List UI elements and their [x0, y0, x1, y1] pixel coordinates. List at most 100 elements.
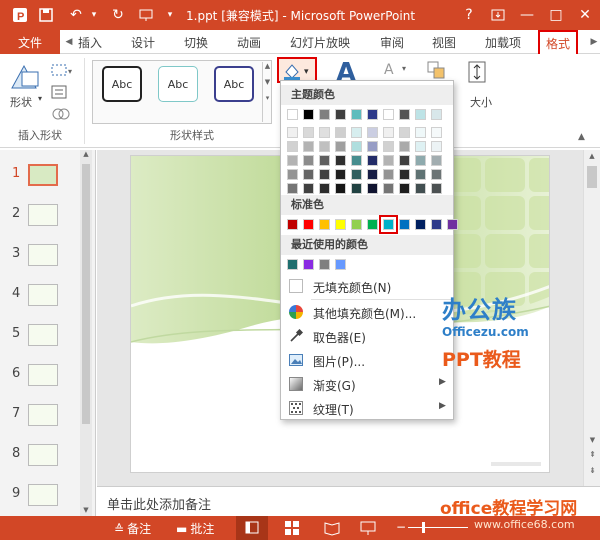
merge-shapes-icon[interactable] [50, 106, 76, 122]
texture-item[interactable]: 纹理(T) ▶ [281, 397, 453, 419]
theme-color-shade-swatch[interactable] [319, 169, 330, 180]
shape-style-1[interactable]: Abc [102, 66, 142, 102]
text-outline-dropdown-icon[interactable]: ▾ [402, 64, 406, 73]
notes-toggle-button[interactable]: ≙ 备注 [114, 520, 151, 537]
theme-color-shade-swatch[interactable] [367, 169, 378, 180]
gallery-scroll[interactable]: ▲ ▼ ▾ [262, 62, 272, 122]
slide-thumbnail[interactable] [28, 364, 58, 386]
theme-color-shade-swatch[interactable] [319, 141, 330, 152]
slide-vertical-scrollbar[interactable]: ▲ ▼ ⇞ ⇟ [583, 150, 600, 486]
minimize-button[interactable]: — [516, 4, 538, 26]
tab-addins[interactable]: 加载项 [485, 30, 521, 54]
standard-color-swatch[interactable] [399, 219, 410, 230]
recent-color-swatch[interactable] [303, 259, 314, 270]
slide-thumbnail[interactable] [28, 324, 58, 346]
theme-color-shade-swatch[interactable] [415, 183, 426, 194]
theme-color-shade-swatch[interactable] [351, 155, 362, 166]
theme-color-shade-swatch[interactable] [303, 141, 314, 152]
theme-color-shade-swatch[interactable] [287, 169, 298, 180]
theme-color-shade-swatch[interactable] [335, 169, 346, 180]
theme-color-swatch[interactable] [383, 109, 394, 120]
theme-color-shade-swatch[interactable] [431, 183, 442, 194]
slide-thumbnail[interactable] [28, 164, 58, 186]
more-fill-colors-item[interactable]: 其他填充颜色(M)... [281, 301, 453, 323]
theme-color-shade-swatch[interactable] [335, 155, 346, 166]
tab-scroll-right-icon[interactable]: ▶ [589, 30, 599, 54]
tab-design[interactable]: 设计 [131, 30, 155, 54]
theme-color-shade-swatch[interactable] [351, 127, 362, 138]
theme-color-shade-swatch[interactable] [319, 155, 330, 166]
close-button[interactable]: ✕ [574, 4, 596, 26]
gradient-item[interactable]: 渐变(G) ▶ [281, 373, 453, 395]
comments-button[interactable]: ▬ 批注 [176, 520, 214, 537]
theme-color-shade-swatch[interactable] [399, 183, 410, 194]
theme-color-shade-swatch[interactable] [383, 127, 394, 138]
normal-view-button[interactable] [236, 516, 268, 540]
slide-thumbnail[interactable] [28, 444, 58, 466]
slide-thumbnail[interactable] [28, 404, 58, 426]
tab-animations[interactable]: 动画 [237, 30, 261, 54]
theme-color-shade-swatch[interactable] [303, 155, 314, 166]
theme-color-swatch[interactable] [287, 109, 298, 120]
theme-color-shade-swatch[interactable] [319, 183, 330, 194]
edit-shape-icon[interactable]: ▾ [50, 62, 76, 78]
eyedropper-item[interactable]: 取色器(E) [281, 325, 453, 347]
theme-color-shade-swatch[interactable] [367, 141, 378, 152]
theme-color-shade-swatch[interactable] [431, 155, 442, 166]
no-fill-item[interactable]: 无填充颜色(N) [281, 275, 453, 297]
standard-color-swatch[interactable] [319, 219, 330, 230]
thumbnail-row[interactable]: 8 [0, 442, 84, 478]
theme-color-shade-swatch[interactable] [287, 155, 298, 166]
slideshow-view-icon[interactable] [360, 520, 376, 539]
slide-thumbnail[interactable] [28, 284, 58, 306]
arrange-icon[interactable] [426, 60, 448, 82]
tab-slideshow[interactable]: 幻灯片放映 [290, 30, 350, 54]
zoom-slider-thumb[interactable] [422, 522, 425, 533]
customize-toolbar-icon[interactable]: ▾ [160, 5, 180, 25]
slide-thumbnail[interactable] [28, 244, 58, 266]
theme-color-shade-swatch[interactable] [303, 169, 314, 180]
collapse-ribbon-icon[interactable]: ▲ [578, 132, 585, 142]
theme-color-swatch[interactable] [319, 109, 330, 120]
thumbnail-row[interactable]: 6 [0, 362, 84, 398]
shape-dropdown-icon[interactable]: ▾ [38, 94, 42, 103]
slide-thumbnail[interactable] [28, 484, 58, 506]
theme-color-swatch[interactable] [399, 109, 410, 120]
theme-color-shade-swatch[interactable] [303, 127, 314, 138]
ribbon-display-options-icon[interactable] [487, 4, 509, 26]
theme-color-shade-swatch[interactable] [399, 155, 410, 166]
standard-color-swatch[interactable] [335, 219, 346, 230]
tab-scroll-left-icon[interactable]: ◀ [64, 30, 74, 54]
recent-color-swatch[interactable] [335, 259, 346, 270]
theme-color-shade-swatch[interactable] [383, 169, 394, 180]
text-outline-icon[interactable]: A [384, 62, 394, 78]
slide-thumbnail[interactable] [28, 204, 58, 226]
theme-color-shade-swatch[interactable] [399, 141, 410, 152]
theme-color-shade-swatch[interactable] [335, 141, 346, 152]
theme-color-shade-swatch[interactable] [319, 127, 330, 138]
theme-color-shade-swatch[interactable] [383, 183, 394, 194]
theme-color-shade-swatch[interactable] [399, 127, 410, 138]
theme-color-shade-swatch[interactable] [287, 127, 298, 138]
size-icon[interactable] [466, 60, 490, 86]
save-icon[interactable] [36, 5, 56, 25]
standard-color-swatch[interactable] [415, 219, 426, 230]
theme-color-swatch[interactable] [335, 109, 346, 120]
theme-color-shade-swatch[interactable] [383, 141, 394, 152]
theme-color-shade-swatch[interactable] [287, 141, 298, 152]
theme-color-shade-swatch[interactable] [431, 127, 442, 138]
theme-color-swatch[interactable] [303, 109, 314, 120]
thumbnail-row[interactable]: 7 [0, 402, 84, 438]
thumbnail-row[interactable]: 5 [0, 322, 84, 358]
recent-color-swatch[interactable] [319, 259, 330, 270]
powerpoint-logo-icon[interactable]: P [10, 5, 30, 25]
theme-color-shade-swatch[interactable] [415, 155, 426, 166]
shape-style-3[interactable]: Abc [214, 66, 254, 102]
picture-fill-item[interactable]: 图片(P)... [281, 349, 453, 371]
standard-color-swatch[interactable] [303, 219, 314, 230]
reading-view-icon[interactable] [324, 520, 340, 539]
theme-color-shade-swatch[interactable] [399, 169, 410, 180]
slide-sorter-view-icon[interactable] [284, 520, 300, 539]
theme-color-shade-swatch[interactable] [383, 155, 394, 166]
restore-button[interactable]: □ [545, 4, 567, 26]
